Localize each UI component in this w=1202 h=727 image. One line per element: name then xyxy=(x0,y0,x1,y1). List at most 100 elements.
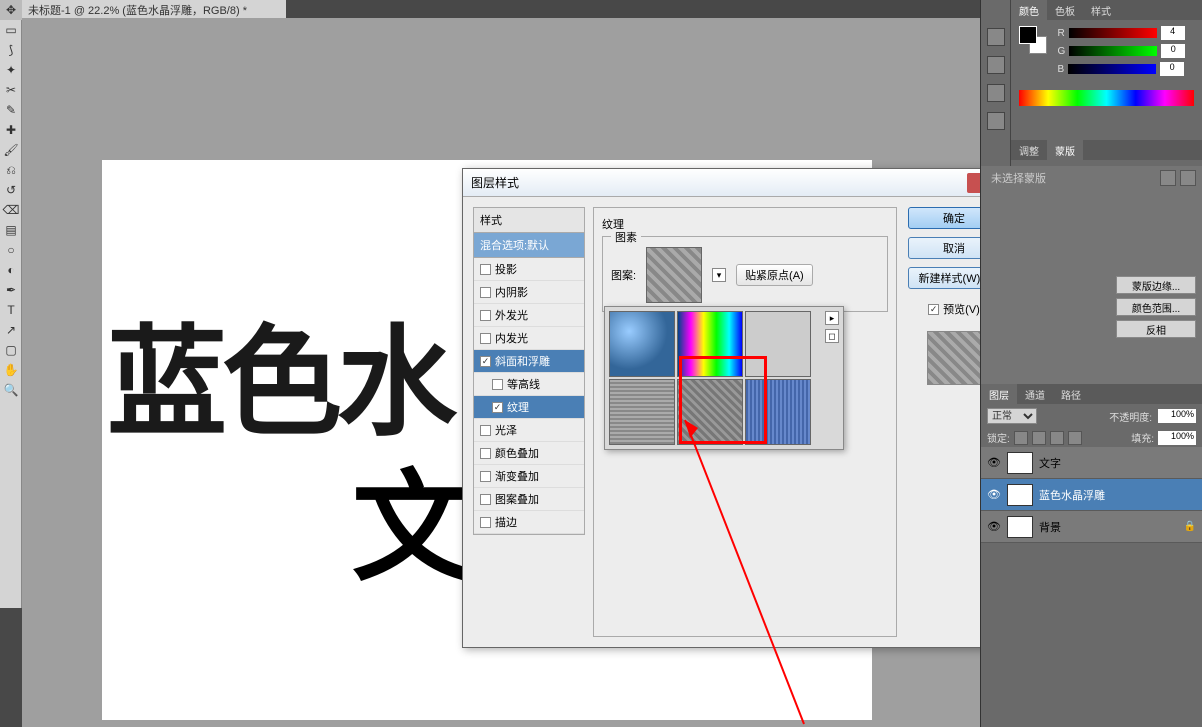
lock-pos-icon[interactable] xyxy=(1050,431,1064,445)
style-item-内发光[interactable]: 内发光 xyxy=(474,327,584,350)
dodge-tool-icon[interactable]: ◐ xyxy=(0,260,22,280)
lock-image-icon[interactable] xyxy=(1032,431,1046,445)
dock-icon[interactable] xyxy=(987,56,1005,74)
checkbox-icon[interactable] xyxy=(480,333,491,344)
brush-tool-icon[interactable]: 🖌 xyxy=(0,140,22,160)
tab-layers[interactable]: 图层 xyxy=(981,384,1017,404)
visibility-icon[interactable]: 👁 xyxy=(987,520,1001,534)
tab-paths[interactable]: 路径 xyxy=(1053,384,1089,404)
fill-value[interactable]: 100% xyxy=(1158,431,1196,445)
eyedropper-tool-icon[interactable]: ✎ xyxy=(0,100,22,120)
layer-thumbnail[interactable] xyxy=(1007,484,1033,506)
checkbox-icon[interactable] xyxy=(480,287,491,298)
document-tab[interactable]: 未标题-1 @ 22.2% (蓝色水晶浮雕，RGB/8) * xyxy=(22,0,286,18)
tab-color[interactable]: 颜色 xyxy=(1011,0,1047,20)
g-slider[interactable] xyxy=(1069,46,1157,56)
marquee-tool-icon[interactable]: ▭ xyxy=(0,20,22,40)
g-value[interactable]: 0 xyxy=(1161,44,1185,58)
checkbox-icon[interactable] xyxy=(480,425,491,436)
pattern-swatch[interactable] xyxy=(609,379,675,445)
path-tool-icon[interactable]: ↗ xyxy=(0,320,22,340)
mask-edge-button[interactable]: 蒙版边缘... xyxy=(1116,276,1196,294)
tab-masks[interactable]: 蒙版 xyxy=(1047,140,1083,160)
style-item-投影[interactable]: 投影 xyxy=(474,258,584,281)
snap-origin-button[interactable]: 贴紧原点(A) xyxy=(736,264,813,286)
pixel-mask-icon[interactable] xyxy=(1160,170,1176,186)
checkbox-icon[interactable]: ✓ xyxy=(480,356,491,367)
tab-styles[interactable]: 样式 xyxy=(1083,0,1119,20)
picker-arrow-icon[interactable]: ▸ xyxy=(825,311,839,325)
heal-tool-icon[interactable]: ✚ xyxy=(0,120,22,140)
checkbox-icon[interactable] xyxy=(480,494,491,505)
color-spectrum[interactable] xyxy=(1019,90,1194,106)
layer-thumbnail[interactable] xyxy=(1007,516,1033,538)
dock-icon[interactable] xyxy=(987,28,1005,46)
b-value[interactable]: 0 xyxy=(1160,62,1184,76)
pattern-dropdown-icon[interactable]: ▾ xyxy=(712,268,726,282)
vector-mask-icon[interactable] xyxy=(1180,170,1196,186)
layer-row[interactable]: 👁背景🔒 xyxy=(981,511,1202,543)
checkbox-icon[interactable] xyxy=(480,264,491,275)
style-item-等高线[interactable]: 等高线 xyxy=(474,373,584,396)
shape-tool-icon[interactable]: ▢ xyxy=(0,340,22,360)
move-tool-icon[interactable]: ✥ xyxy=(0,0,22,20)
blend-options[interactable]: 混合选项:默认 xyxy=(473,233,585,258)
opacity-value[interactable]: 100% xyxy=(1158,409,1196,423)
style-item-外发光[interactable]: 外发光 xyxy=(474,304,584,327)
invert-button[interactable]: 反相 xyxy=(1116,320,1196,338)
dock-icon[interactable] xyxy=(987,112,1005,130)
lock-trans-icon[interactable] xyxy=(1014,431,1028,445)
preview-checkbox[interactable]: ✓ 预览(V) xyxy=(928,301,980,317)
lasso-tool-icon[interactable]: ⟆ xyxy=(0,40,22,60)
checkbox-icon[interactable] xyxy=(492,379,503,390)
blur-tool-icon[interactable]: ○ xyxy=(0,240,22,260)
style-item-颜色叠加[interactable]: 颜色叠加 xyxy=(474,442,584,465)
layer-row[interactable]: 👁蓝色水晶浮雕 xyxy=(981,479,1202,511)
blend-mode-select[interactable]: 正常 xyxy=(987,408,1037,424)
zoom-tool-icon[interactable]: 🔍 xyxy=(0,380,22,400)
wand-tool-icon[interactable]: ✦ xyxy=(0,60,22,80)
lock-all-icon[interactable] xyxy=(1068,431,1082,445)
pattern-swatch[interactable] xyxy=(677,311,743,377)
stamp-tool-icon[interactable]: ⎌ xyxy=(0,160,22,180)
pattern-swatch[interactable] xyxy=(745,311,811,377)
pattern-swatch[interactable] xyxy=(745,379,811,445)
tab-channels[interactable]: 通道 xyxy=(1017,384,1053,404)
checkbox-icon[interactable]: ✓ xyxy=(492,402,503,413)
color-swatches[interactable] xyxy=(1019,26,1047,54)
style-item-光泽[interactable]: 光泽 xyxy=(474,419,584,442)
style-item-斜面和浮雕[interactable]: ✓斜面和浮雕 xyxy=(474,350,584,373)
b-slider[interactable] xyxy=(1068,64,1156,74)
styles-header[interactable]: 样式 xyxy=(473,207,585,233)
visibility-icon[interactable]: 👁 xyxy=(987,488,1001,502)
checkbox-icon[interactable] xyxy=(480,517,491,528)
dialog-titlebar[interactable]: 图层样式 ✕ xyxy=(463,169,1013,197)
pen-tool-icon[interactable]: ✒ xyxy=(0,280,22,300)
pattern-preview[interactable] xyxy=(646,247,702,303)
fg-color-swatch[interactable] xyxy=(1019,26,1037,44)
hand-tool-icon[interactable]: ✋ xyxy=(0,360,22,380)
checkbox-icon[interactable] xyxy=(480,310,491,321)
pattern-swatch[interactable] xyxy=(677,379,743,445)
style-item-图案叠加[interactable]: 图案叠加 xyxy=(474,488,584,511)
crop-tool-icon[interactable]: ✂ xyxy=(0,80,22,100)
r-slider[interactable] xyxy=(1069,28,1157,38)
picker-new-icon[interactable]: ◻ xyxy=(825,329,839,343)
layer-row[interactable]: 👁文字 xyxy=(981,447,1202,479)
type-tool-icon[interactable]: T xyxy=(0,300,22,320)
checkbox-icon[interactable] xyxy=(480,448,491,459)
style-item-描边[interactable]: 描边 xyxy=(474,511,584,534)
checkbox-icon[interactable]: ✓ xyxy=(928,304,939,315)
style-item-纹理[interactable]: ✓纹理 xyxy=(474,396,584,419)
dock-icon[interactable] xyxy=(987,84,1005,102)
tab-swatches[interactable]: 色板 xyxy=(1047,0,1083,20)
pattern-swatch[interactable] xyxy=(609,311,675,377)
r-value[interactable]: 4 xyxy=(1161,26,1185,40)
gradient-tool-icon[interactable]: ▤ xyxy=(0,220,22,240)
eraser-tool-icon[interactable]: ⌫ xyxy=(0,200,22,220)
layer-thumbnail[interactable] xyxy=(1007,452,1033,474)
checkbox-icon[interactable] xyxy=(480,471,491,482)
style-item-内阴影[interactable]: 内阴影 xyxy=(474,281,584,304)
style-item-渐变叠加[interactable]: 渐变叠加 xyxy=(474,465,584,488)
history-brush-icon[interactable]: ↺ xyxy=(0,180,22,200)
